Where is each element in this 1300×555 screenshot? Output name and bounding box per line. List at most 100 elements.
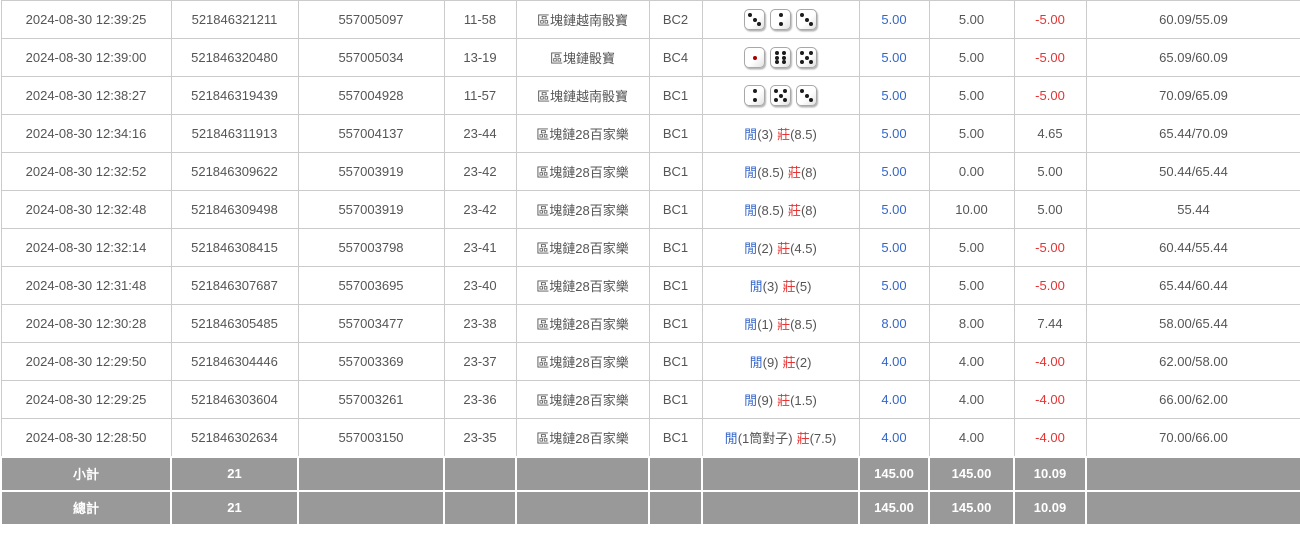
- cell-bet-amount: 5.00: [859, 153, 929, 191]
- cell-bet-amount: 4.00: [859, 419, 929, 457]
- cell-game-result: 閒(9)莊(2): [702, 343, 859, 381]
- cell-bet-amount: 8.00: [859, 305, 929, 343]
- banker-label: 莊: [777, 127, 790, 142]
- cell-game-name: 區塊鏈28百家樂: [516, 381, 649, 419]
- total-bet-amount: 145.00: [859, 491, 929, 525]
- cell-win-loss: 5.00: [1014, 153, 1086, 191]
- table-row-1: 2024-08-30 12:39:25 521846321211 5570050…: [1, 1, 1300, 39]
- player-label: 閒: [744, 317, 757, 332]
- cell-bet-id: 521846321211: [171, 1, 298, 39]
- cell-bet-type: BC4: [649, 39, 702, 77]
- subtotal-row: 小計 21 145.00 145.00 10.09: [1, 457, 1300, 491]
- total-empty-cell: [298, 491, 444, 525]
- player-score: (8.5): [757, 165, 784, 180]
- cell-round-id: 557003150: [298, 419, 444, 457]
- cell-valid-amount: 5.00: [929, 77, 1014, 115]
- player-label: 閒: [750, 355, 763, 370]
- cell-bet-id: 521846305485: [171, 305, 298, 343]
- cell-bet-time: 2024-08-30 12:32:48: [1, 191, 171, 229]
- cell-balance: 66.00/62.00: [1086, 381, 1300, 419]
- total-label: 總計: [1, 491, 171, 525]
- player-score: (3): [757, 127, 773, 142]
- banker-score: (8): [801, 165, 817, 180]
- die-6-icon: [770, 47, 791, 68]
- die-2-icon: [744, 85, 765, 106]
- cell-win-loss: 5.00: [1014, 191, 1086, 229]
- banker-score: (1.5): [790, 393, 817, 408]
- cell-period: 11-58: [444, 1, 516, 39]
- total-valid-amount: 145.00: [929, 491, 1014, 525]
- cell-game-name: 區塊鏈28百家樂: [516, 305, 649, 343]
- cell-game-name: 區塊鏈骰寶: [516, 39, 649, 77]
- cell-bet-type: BC1: [649, 115, 702, 153]
- cell-bet-amount: 4.00: [859, 381, 929, 419]
- table-footer: 小計 21 145.00 145.00 10.09 總計 21 145.00 1…: [1, 457, 1300, 525]
- cell-game-name: 區塊鏈28百家樂: [516, 229, 649, 267]
- subtotal-empty-cell: [702, 457, 859, 491]
- cell-balance: 65.44/70.09: [1086, 115, 1300, 153]
- cell-bet-id: 521846308415: [171, 229, 298, 267]
- cell-balance: 62.00/58.00: [1086, 343, 1300, 381]
- cell-bet-type: BC1: [649, 77, 702, 115]
- cell-bet-type: BC1: [649, 305, 702, 343]
- cell-game-result: 閒(1)莊(8.5): [702, 305, 859, 343]
- total-empty-cell: [649, 491, 702, 525]
- cell-game-name: 區塊鏈28百家樂: [516, 115, 649, 153]
- player-label: 閒: [744, 203, 757, 218]
- banker-label: 莊: [777, 393, 790, 408]
- cell-bet-time: 2024-08-30 12:38:27: [1, 77, 171, 115]
- table-row-6: 2024-08-30 12:32:48 521846309498 5570039…: [1, 191, 1300, 229]
- cell-bet-amount: 5.00: [859, 115, 929, 153]
- cell-round-id: 557003695: [298, 267, 444, 305]
- cell-bet-id: 521846311913: [171, 115, 298, 153]
- player-label: 閒: [744, 241, 757, 256]
- subtotal-bet-amount: 145.00: [859, 457, 929, 491]
- bet-history-table: 2024-08-30 12:39:25 521846321211 5570050…: [0, 0, 1300, 526]
- dice-result-icons: [744, 9, 817, 30]
- cell-valid-amount: 5.00: [929, 229, 1014, 267]
- cell-balance: 70.09/65.09: [1086, 77, 1300, 115]
- cell-balance: 55.44: [1086, 191, 1300, 229]
- total-win-loss: 10.09: [1014, 491, 1086, 525]
- die-2-icon: [770, 9, 791, 30]
- die-5-icon: [770, 85, 791, 106]
- table-row-4: 2024-08-30 12:34:16 521846311913 5570041…: [1, 115, 1300, 153]
- player-score: (1筒對子): [738, 431, 793, 446]
- cell-bet-time: 2024-08-30 12:39:25: [1, 1, 171, 39]
- cell-period: 13-19: [444, 39, 516, 77]
- total-empty-cell: [1086, 491, 1300, 525]
- cell-bet-amount: 5.00: [859, 267, 929, 305]
- cell-bet-type: BC1: [649, 229, 702, 267]
- table-row-10: 2024-08-30 12:29:50 521846304446 5570033…: [1, 343, 1300, 381]
- cell-game-result: [702, 77, 859, 115]
- subtotal-win-loss: 10.09: [1014, 457, 1086, 491]
- cell-game-result: 閒(3)莊(8.5): [702, 115, 859, 153]
- subtotal-empty-cell: [649, 457, 702, 491]
- cell-win-loss: -4.00: [1014, 419, 1086, 457]
- cell-round-id: 557003477: [298, 305, 444, 343]
- cell-valid-amount: 10.00: [929, 191, 1014, 229]
- player-score: (1): [757, 317, 773, 332]
- subtotal-empty-cell: [298, 457, 444, 491]
- cell-game-name: 區塊鏈28百家樂: [516, 191, 649, 229]
- cell-round-id: 557003369: [298, 343, 444, 381]
- cell-game-result: 閒(9)莊(1.5): [702, 381, 859, 419]
- cell-bet-id: 521846320480: [171, 39, 298, 77]
- cell-bet-amount: 5.00: [859, 191, 929, 229]
- banker-label: 莊: [777, 241, 790, 256]
- cell-valid-amount: 0.00: [929, 153, 1014, 191]
- cell-round-id: 557003919: [298, 191, 444, 229]
- cell-bet-id: 521846309498: [171, 191, 298, 229]
- cell-game-result: [702, 39, 859, 77]
- cell-bet-type: BC1: [649, 419, 702, 457]
- cell-bet-type: BC2: [649, 1, 702, 39]
- cell-bet-amount: 5.00: [859, 229, 929, 267]
- cell-game-name: 區塊鏈28百家樂: [516, 343, 649, 381]
- banker-label: 莊: [783, 355, 796, 370]
- table-row-5: 2024-08-30 12:32:52 521846309622 5570039…: [1, 153, 1300, 191]
- die-5-icon: [796, 47, 817, 68]
- player-label: 閒: [744, 393, 757, 408]
- cell-game-name: 區塊鏈28百家樂: [516, 267, 649, 305]
- table-row-7: 2024-08-30 12:32:14 521846308415 5570037…: [1, 229, 1300, 267]
- subtotal-empty-cell: [516, 457, 649, 491]
